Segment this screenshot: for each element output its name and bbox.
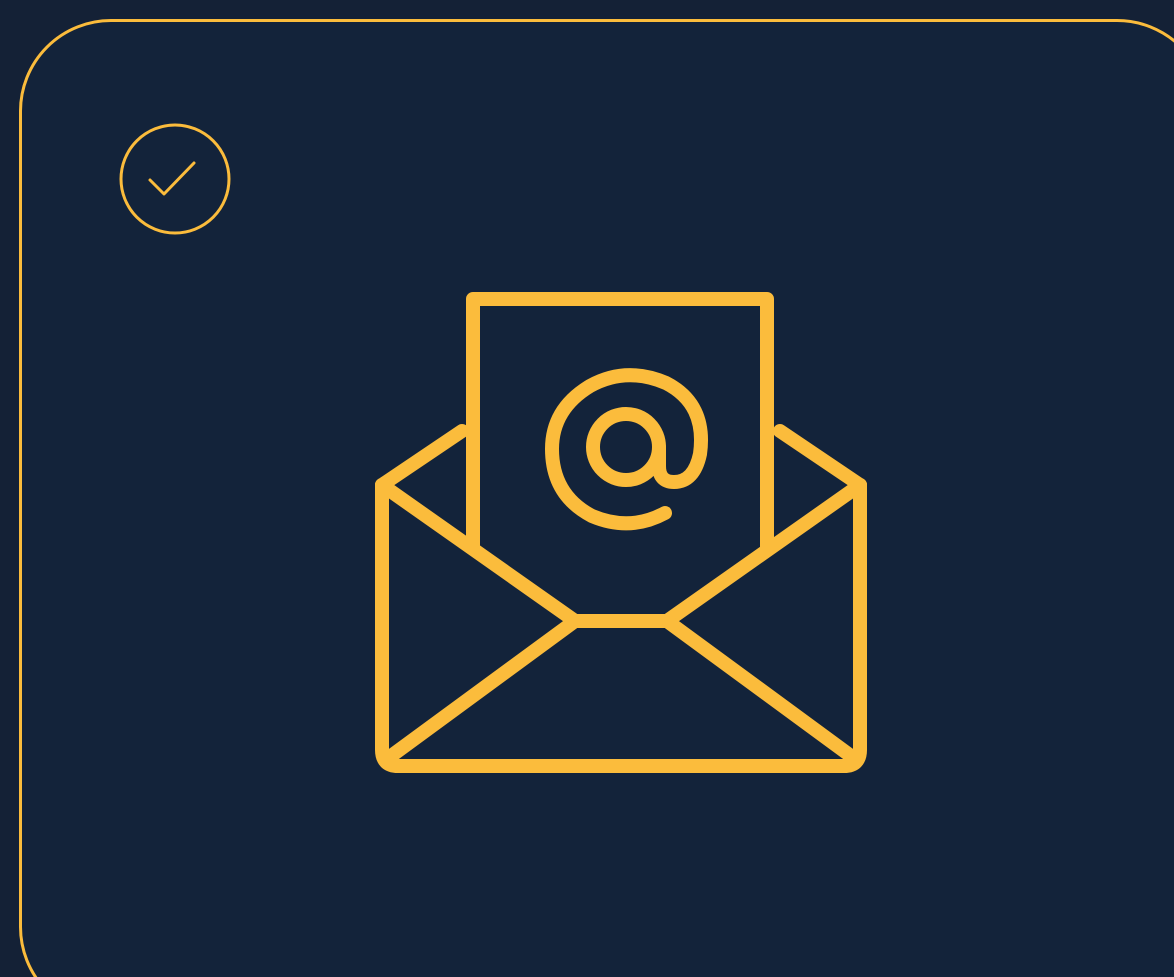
page <box>0 0 1174 977</box>
check-circle-icon <box>119 123 231 235</box>
email-option-card[interactable] <box>19 19 1174 977</box>
email-open-icon <box>375 292 867 773</box>
